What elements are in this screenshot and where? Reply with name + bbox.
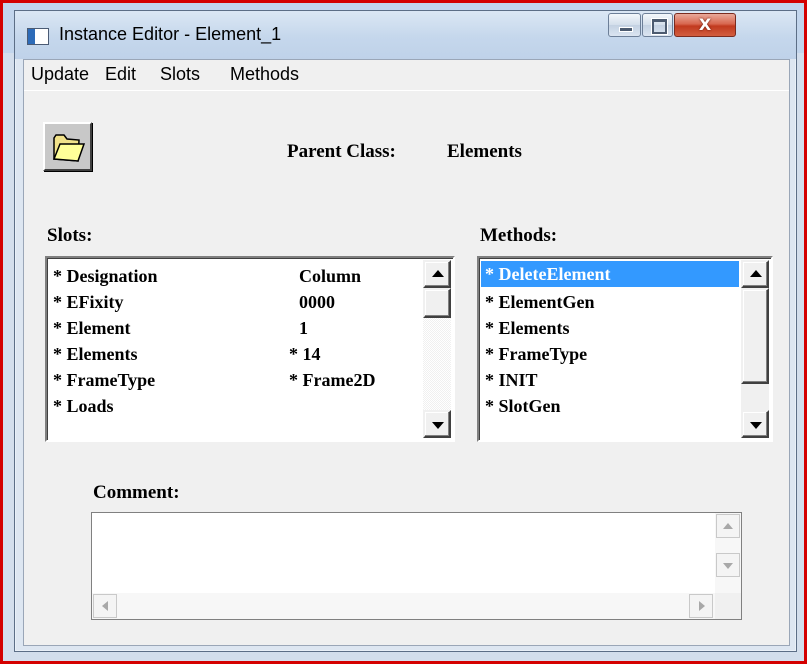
- menu-update[interactable]: Update: [31, 64, 89, 85]
- slot-name: * FrameType: [53, 370, 156, 390]
- arrow-up-icon: [432, 270, 444, 277]
- methods-list[interactable]: * DeleteElement * ElementGen * Elements …: [477, 256, 773, 442]
- maximize-button[interactable]: [642, 13, 673, 37]
- scroll-corner: [715, 593, 741, 619]
- scroll-up-button[interactable]: [741, 260, 769, 288]
- menu-divider: [24, 90, 789, 91]
- scroll-left-button[interactable]: [93, 594, 117, 618]
- parent-class-value: Elements: [447, 141, 522, 162]
- arrow-up-icon: [723, 523, 733, 529]
- slot-name: * Loads: [53, 396, 114, 416]
- list-item[interactable]: * Elements: [485, 315, 570, 341]
- minimize-icon: [619, 27, 633, 32]
- list-item[interactable]: * Loads: [53, 393, 423, 419]
- arrow-down-icon: [432, 422, 444, 429]
- arrow-up-icon: [750, 270, 762, 277]
- scroll-up-button[interactable]: [716, 514, 740, 538]
- slots-list[interactable]: * Designation Column * EFixity 0000 * El…: [45, 256, 455, 442]
- list-item[interactable]: * EFixity 0000: [53, 289, 423, 315]
- methods-label: Methods:: [480, 225, 558, 246]
- comment-field[interactable]: [91, 512, 742, 620]
- window-title: Instance Editor - Element_1: [59, 24, 282, 44]
- slot-value: 1: [299, 318, 308, 338]
- title-bar[interactable]: Instance Editor - Element_1 X: [15, 11, 796, 59]
- comment-vertical-scrollbar[interactable]: [715, 513, 741, 593]
- window-icon: [27, 28, 49, 45]
- minimize-button[interactable]: [608, 13, 641, 37]
- list-item[interactable]: * FrameType: [485, 341, 587, 367]
- slot-value: 0000: [299, 292, 335, 312]
- close-icon: X: [698, 15, 712, 34]
- scroll-down-button[interactable]: [423, 410, 451, 438]
- scroll-up-button[interactable]: [423, 260, 451, 288]
- open-folder-button[interactable]: [43, 122, 92, 171]
- list-item[interactable]: * Designation Column: [53, 263, 423, 289]
- maximize-icon: [652, 19, 667, 34]
- close-button[interactable]: X: [674, 13, 736, 37]
- scroll-right-button[interactable]: [689, 594, 713, 618]
- instance-editor-window: Instance Editor - Element_1 X Update Edi…: [14, 10, 797, 652]
- parent-class-label: Parent Class:: [287, 141, 396, 162]
- menu-bar: Update Edit Slots Methods: [24, 60, 789, 91]
- list-item-selected[interactable]: * DeleteElement: [481, 261, 739, 287]
- slot-name: * Element: [53, 318, 131, 338]
- scroll-down-button[interactable]: [716, 553, 740, 577]
- list-item[interactable]: * FrameType * Frame2D: [53, 367, 423, 393]
- slots-label: Slots:: [47, 225, 93, 246]
- arrow-right-icon: [699, 601, 705, 611]
- slots-scrollbar[interactable]: [423, 260, 451, 438]
- scroll-thumb[interactable]: [741, 288, 769, 384]
- list-item[interactable]: * ElementGen: [485, 289, 595, 315]
- folder-icon: [52, 134, 86, 162]
- slot-value: Column: [299, 266, 362, 286]
- slot-value: * 14: [289, 344, 321, 364]
- list-item[interactable]: * Element 1: [53, 315, 423, 341]
- menu-slots[interactable]: Slots: [160, 64, 200, 85]
- slot-value: * Frame2D: [289, 370, 376, 390]
- menu-edit[interactable]: Edit: [105, 64, 136, 85]
- methods-scrollbar[interactable]: [741, 260, 769, 438]
- comment-horizontal-scrollbar[interactable]: [92, 593, 715, 619]
- scroll-thumb[interactable]: [423, 288, 451, 318]
- comment-label: Comment:: [93, 482, 180, 503]
- arrow-down-icon: [750, 422, 762, 429]
- list-item[interactable]: * Elements * 14: [53, 341, 423, 367]
- list-item[interactable]: * INIT: [485, 367, 538, 393]
- list-item[interactable]: * SlotGen: [485, 393, 561, 419]
- slot-name: * EFixity: [53, 292, 124, 312]
- slot-name: * Designation: [53, 266, 158, 286]
- menu-methods[interactable]: Methods: [230, 64, 299, 85]
- scroll-down-button[interactable]: [741, 410, 769, 438]
- client-area: Update Edit Slots Methods Parent Class: …: [23, 59, 790, 646]
- arrow-down-icon: [723, 563, 733, 569]
- slot-name: * Elements: [53, 344, 138, 364]
- arrow-left-icon: [102, 601, 108, 611]
